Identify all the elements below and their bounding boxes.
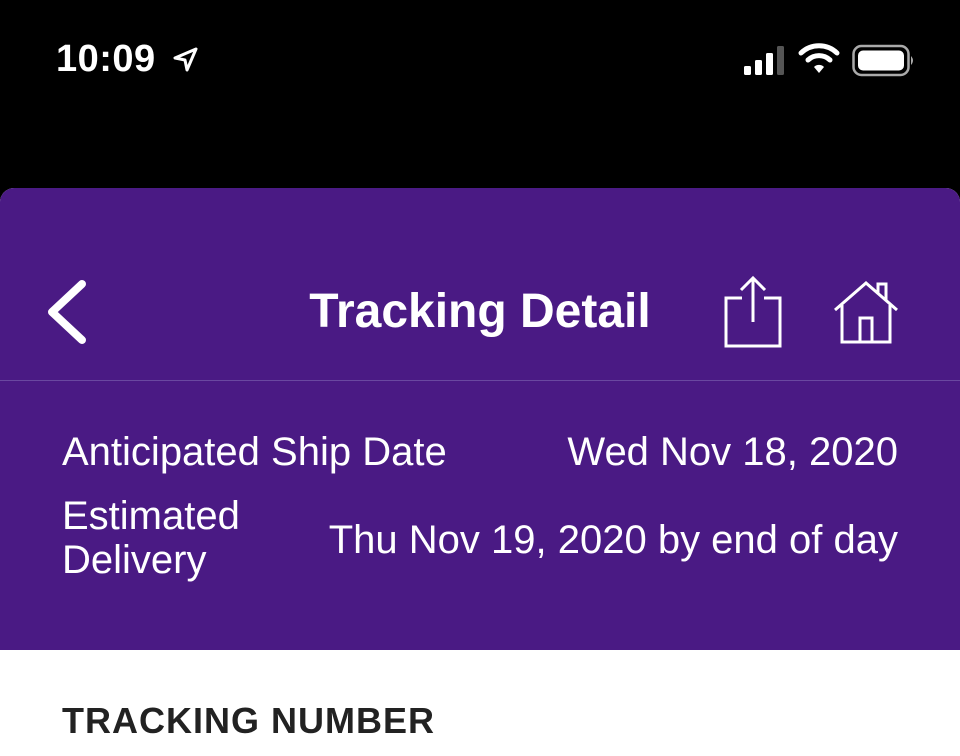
location-arrow-icon <box>172 46 200 79</box>
page-title: Tracking Detail <box>309 285 651 338</box>
ship-date-label: Anticipated Ship Date <box>62 430 447 474</box>
ship-date-value: Wed Nov 18, 2020 <box>567 430 898 474</box>
delivery-value: Thu Nov 19, 2020 by end of day <box>328 518 898 562</box>
wifi-icon <box>798 42 840 81</box>
tracking-header: Tracking Detail Anticipated Ship Date We… <box>0 188 960 650</box>
tracking-number-heading: TRACKING NUMBER <box>62 700 435 741</box>
delivery-label: Estimated Delivery <box>62 494 240 582</box>
share-button[interactable] <box>722 274 784 350</box>
battery-icon <box>852 44 916 83</box>
navigation-bar: Tracking Detail <box>0 188 960 381</box>
status-time: 10:09 <box>56 38 156 80</box>
home-button[interactable] <box>832 280 900 344</box>
share-icon <box>724 275 782 348</box>
home-icon <box>834 281 898 344</box>
back-button[interactable] <box>42 280 92 344</box>
cellular-signal-icon <box>744 46 788 81</box>
tracking-detail-sheet: Tracking Detail Anticipated Ship Date We… <box>0 188 960 756</box>
chevron-left-icon <box>48 280 86 344</box>
status-bar: 10:09 <box>0 0 960 188</box>
